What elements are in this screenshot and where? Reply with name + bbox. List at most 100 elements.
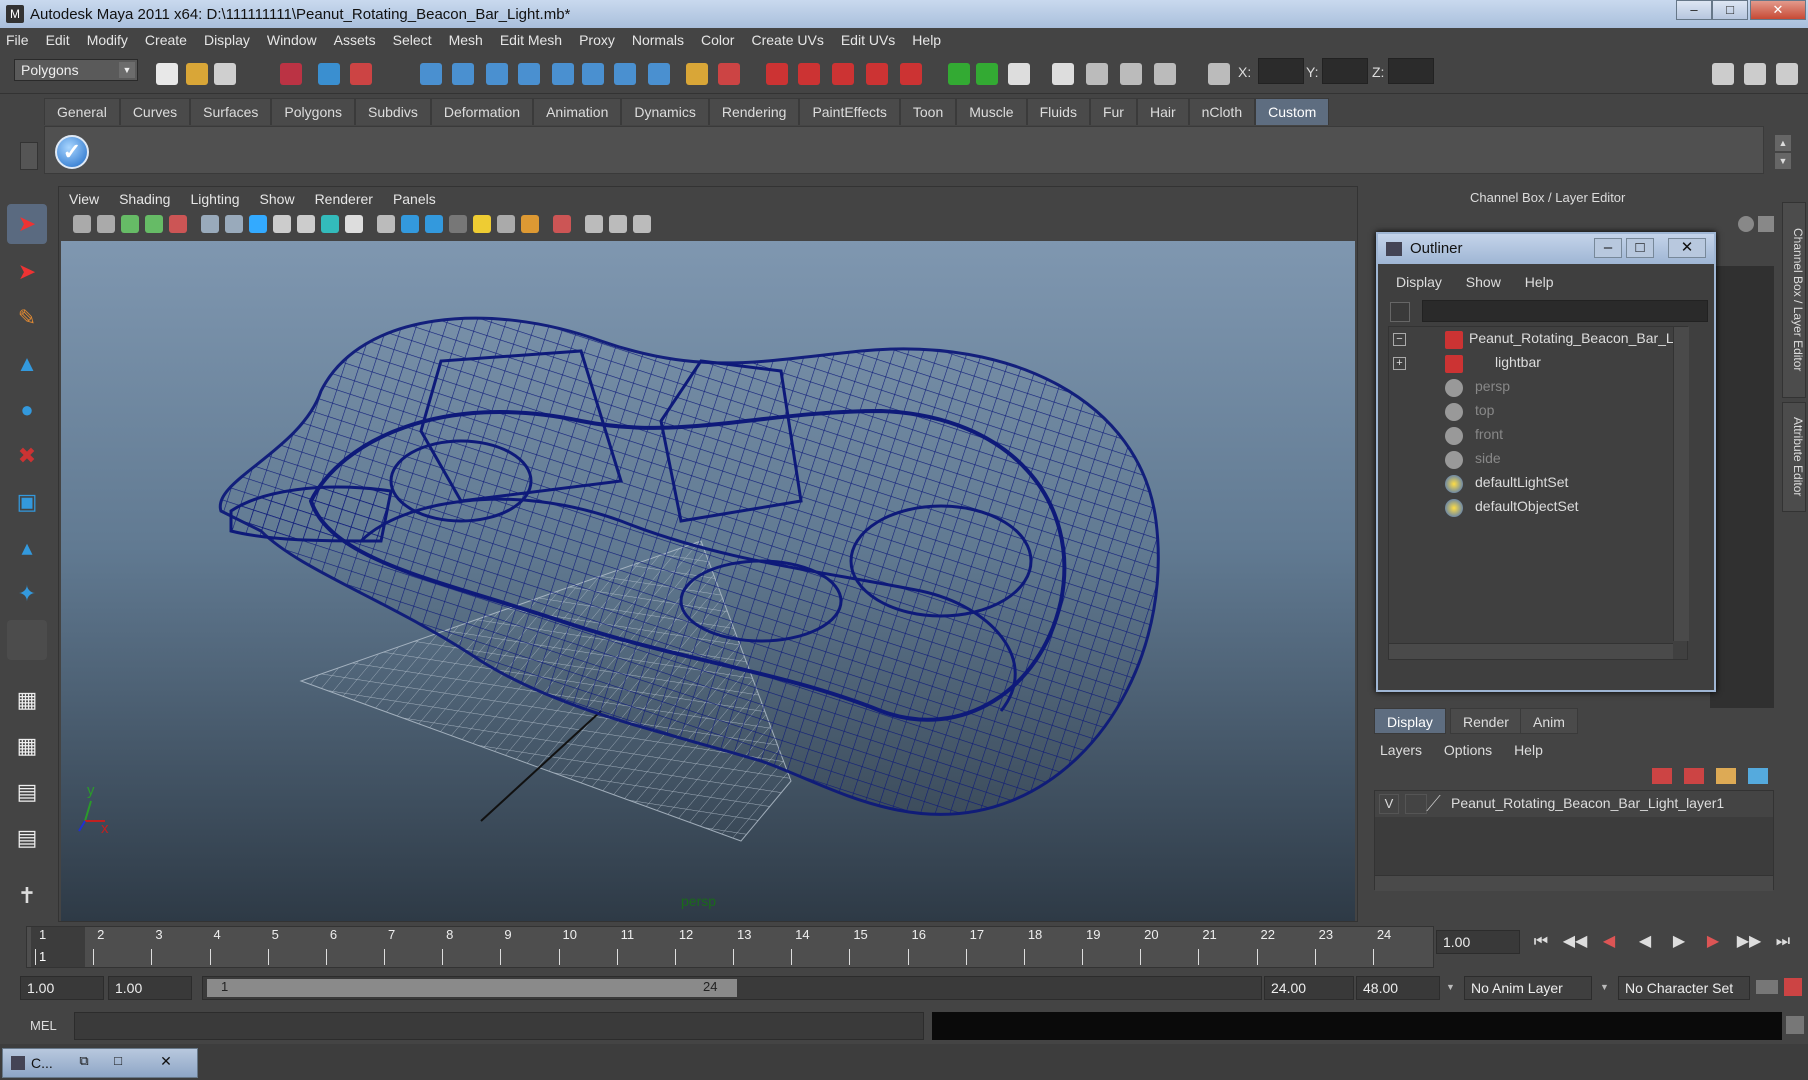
command-input[interactable]	[74, 1012, 924, 1040]
lasso-tool-icon[interactable]: ➤	[7, 252, 47, 292]
input-line-icon[interactable]	[948, 63, 970, 85]
channel-box-help-icon[interactable]	[1738, 216, 1754, 232]
outliner-filter-icon[interactable]	[1390, 302, 1410, 322]
wireframe-icon[interactable]	[377, 215, 395, 233]
current-time-field[interactable]: 1.00	[1436, 930, 1520, 954]
anim-layer-selector[interactable]: No Anim Layer	[1464, 976, 1592, 1000]
textured-icon[interactable]	[449, 215, 467, 233]
outliner-item-front[interactable]: front	[1475, 423, 1503, 445]
shelf-tab-polygons[interactable]: Polygons	[271, 98, 356, 125]
shelf-tab-general[interactable]: General	[44, 98, 120, 125]
menu-create-uvs[interactable]: Create UVs	[751, 32, 823, 48]
menu-mesh[interactable]: Mesh	[449, 32, 483, 48]
outliner-item-lightbar[interactable]: lightbar	[1495, 351, 1541, 373]
construction-history-icon[interactable]	[766, 63, 788, 85]
soft-modification-icon[interactable]: ▴	[7, 528, 47, 568]
highlight-selection-icon[interactable]	[718, 63, 740, 85]
outliner-item-top[interactable]: top	[1475, 399, 1494, 421]
menu-file[interactable]: File	[6, 32, 29, 48]
expand-toggle[interactable]: +	[1393, 357, 1406, 370]
shelf-scroll-up-icon[interactable]: ▲	[1775, 135, 1791, 151]
rename-icon[interactable]	[976, 63, 998, 85]
layer-row[interactable]: V Peanut_Rotating_Beacon_Bar_Light_layer…	[1375, 791, 1773, 817]
xray-joints-icon[interactable]	[609, 215, 627, 233]
range-slider-bar[interactable]: 1 24	[207, 979, 737, 997]
menu-edit[interactable]: Edit	[46, 32, 70, 48]
animation-preferences-icon[interactable]	[1784, 978, 1802, 996]
animation-end-field[interactable]: 48.00	[1356, 976, 1440, 1000]
menu-create[interactable]: Create	[145, 32, 187, 48]
shelf-tab-ncloth[interactable]: nCloth	[1188, 98, 1256, 125]
menu-assets[interactable]: Assets	[334, 32, 376, 48]
minimized-window[interactable]: C... ⧉ □ ✕	[2, 1048, 198, 1078]
scale-tool-icon[interactable]: ✖	[7, 436, 47, 476]
grease-pencil-icon[interactable]	[169, 215, 187, 233]
menu-color[interactable]: Color	[701, 32, 734, 48]
layer-name[interactable]: Peanut_Rotating_Beacon_Bar_Light_layer1	[1451, 795, 1724, 811]
shelf-tab-dynamics[interactable]: Dynamics	[621, 98, 709, 125]
camera-select-icon[interactable]	[73, 215, 91, 233]
layer-options-icon[interactable]	[1748, 768, 1768, 784]
image-plane-icon[interactable]	[145, 215, 163, 233]
move-tool-icon[interactable]: ▲	[7, 344, 47, 384]
open-scene-icon[interactable]	[186, 63, 208, 85]
outliner-close-button[interactable]: ✕	[1668, 238, 1706, 258]
menu-edit-mesh[interactable]: Edit Mesh	[500, 32, 562, 48]
viewport-menu-lighting[interactable]: Lighting	[190, 191, 239, 207]
field-chart-icon[interactable]	[297, 215, 315, 233]
four-view-layout-icon[interactable]: ▦	[7, 726, 47, 766]
grid-toggle-icon[interactable]	[201, 215, 219, 233]
shelf-tab-toon[interactable]: Toon	[899, 98, 957, 125]
outliner-item-side[interactable]: side	[1475, 447, 1501, 469]
shelf-tab-rendering[interactable]: Rendering	[708, 98, 800, 125]
viewport-menu-renderer[interactable]: Renderer	[315, 191, 373, 207]
show-manipulator-icon[interactable]: ✦	[7, 574, 47, 614]
isolate-select-icon[interactable]	[553, 215, 571, 233]
hypershade-icon[interactable]	[900, 63, 922, 85]
snap-point-icon[interactable]	[486, 63, 508, 85]
transform-mode-icon[interactable]	[1208, 63, 1230, 85]
bookmark-icon[interactable]	[121, 215, 139, 233]
layer-tab-render[interactable]: Render	[1450, 708, 1522, 734]
channel-box-toggle-icon[interactable]	[1776, 63, 1798, 85]
go-to-end-icon[interactable]: ⏭	[1770, 930, 1796, 954]
layer-visibility-toggle[interactable]: V	[1379, 794, 1399, 814]
snap-surface-icon[interactable]	[552, 63, 574, 85]
snap-live-icon[interactable]	[614, 63, 636, 85]
render-current-icon[interactable]	[798, 63, 820, 85]
move-to-layer-icon[interactable]	[1716, 768, 1736, 784]
shelf-tab-curves[interactable]: Curves	[119, 98, 191, 125]
outliner-minimize-button[interactable]: –	[1594, 238, 1622, 258]
xray-icon[interactable]	[585, 215, 603, 233]
menu-edit-uvs[interactable]: Edit UVs	[841, 32, 895, 48]
resolution-gate-icon[interactable]	[249, 215, 267, 233]
snap-curve-icon[interactable]	[452, 63, 474, 85]
show-tool-settings-icon[interactable]	[1086, 63, 1108, 85]
save-scene-icon[interactable]	[214, 63, 236, 85]
viewport-menu-show[interactable]: Show	[260, 191, 295, 207]
layer-type-toggle[interactable]	[1405, 794, 1427, 814]
camera-attributes-icon[interactable]	[97, 215, 115, 233]
maximize-button[interactable]: □	[1712, 0, 1748, 20]
close-window-button[interactable]: ✕	[1750, 0, 1806, 20]
persp-outliner-layout-icon[interactable]: ▤	[7, 772, 47, 812]
wireframe-on-shaded-icon[interactable]	[425, 215, 443, 233]
outliner-menu-show[interactable]: Show	[1466, 274, 1501, 290]
shelf-tab-painteffects[interactable]: PaintEffects	[799, 98, 900, 125]
minimized-restore-button[interactable]: ⧉	[73, 1053, 95, 1073]
snap-plane-icon[interactable]	[518, 63, 540, 85]
shelf-tab-fur[interactable]: Fur	[1089, 98, 1137, 125]
checkmark-icon[interactable]: ✓	[55, 135, 89, 169]
menu-help[interactable]: Help	[912, 32, 941, 48]
persp-graph-layout-icon[interactable]: ▤	[7, 818, 47, 858]
outliner-horizontal-scrollbar[interactable]	[1389, 643, 1673, 659]
shelf-scroll-down-icon[interactable]: ▼	[1775, 153, 1791, 169]
channel-box-side-tab[interactable]: Channel Box / Layer Editor	[1782, 202, 1806, 398]
rotate-tool-icon[interactable]: ●	[7, 390, 47, 430]
shelf-tab-muscle[interactable]: Muscle	[956, 98, 1027, 125]
tool-settings-toggle-icon[interactable]	[1744, 63, 1766, 85]
step-forward-frame-icon[interactable]: ▶	[1700, 930, 1726, 954]
new-layer-icon[interactable]	[1684, 768, 1704, 784]
all-lights-icon[interactable]	[497, 215, 515, 233]
character-set-selector[interactable]: No Character Set	[1618, 976, 1750, 1000]
